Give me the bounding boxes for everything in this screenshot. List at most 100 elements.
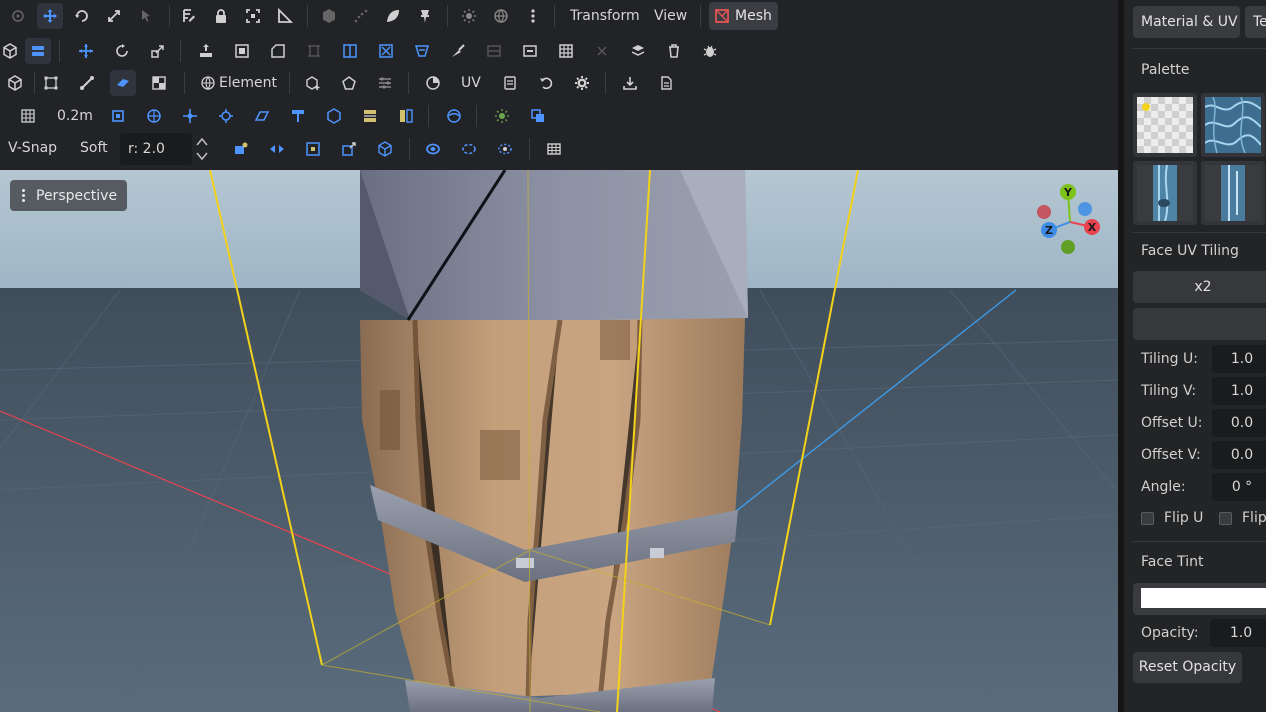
bridge-icon[interactable] [409,38,435,64]
snap-hammer-icon[interactable] [285,103,311,129]
merge-icon[interactable] [373,38,399,64]
symmetry-icon[interactable] [264,136,290,162]
grid-icon[interactable] [15,103,41,129]
object-mode-icon[interactable] [2,70,28,96]
uv-menu[interactable]: UV [461,70,481,96]
snap-mirror-icon[interactable] [393,103,419,129]
rotate-tool-icon[interactable] [69,3,95,29]
document-list-icon[interactable] [497,70,523,96]
palette-tile-crystal[interactable] [1133,161,1197,225]
angle-input[interactable]: 0 ° [1212,473,1266,501]
soft-select-icon[interactable] [228,136,254,162]
face-mode-icon[interactable] [110,70,136,96]
snap-cube-icon[interactable] [321,103,347,129]
element-dropdown[interactable]: Element [219,70,277,96]
ruler-icon[interactable] [272,3,298,29]
soft-toggle[interactable]: Soft [80,135,108,161]
trash-icon[interactable] [661,38,687,64]
snap-move-icon[interactable] [177,103,203,129]
select-linked-icon[interactable] [492,136,518,162]
edit-list-icon[interactable] [176,3,202,29]
fill-face-icon[interactable] [517,38,543,64]
rotate-icon[interactable] [109,38,135,64]
file-icon[interactable] [653,70,679,96]
inset-icon[interactable] [229,38,255,64]
palette-tile-crystal-2[interactable] [1201,161,1265,225]
spin-up-icon[interactable] [195,135,209,149]
select-loop-icon[interactable] [420,136,446,162]
grid-subdivide-icon[interactable] [553,38,579,64]
face-tint-color-picker[interactable] [1133,583,1266,615]
gizmo-neg-x[interactable] [1037,205,1051,219]
slice-icon[interactable] [481,38,507,64]
undo-icon[interactable] [533,70,559,96]
menu-transform[interactable]: Transform [570,3,640,29]
menu-view[interactable]: View [654,3,687,29]
offset-v-input[interactable]: 0.0 [1212,441,1266,469]
expand-icon[interactable] [240,3,266,29]
spin-down-icon[interactable] [195,149,209,163]
soft-radius-input[interactable]: r: 2.0 [120,133,192,165]
knife-icon[interactable] [445,38,471,64]
pie-icon[interactable] [420,70,446,96]
flip-u-checkbox[interactable] [1141,512,1154,525]
sun-light-icon[interactable] [456,3,482,29]
move-tool-icon[interactable] [37,3,63,29]
snap-grid-icon[interactable] [105,103,131,129]
dots-path-icon[interactable] [348,3,374,29]
mesh-mode-button[interactable]: Mesh [709,2,778,30]
pivot-icon[interactable] [300,136,326,162]
3d-viewport[interactable]: Perspective Y X Z [0,170,1118,712]
light-icon[interactable] [489,103,515,129]
pointer-tool-icon[interactable] [133,3,159,29]
tab-material-uv[interactable]: Material & UV [1133,6,1240,38]
texture-mode-icon[interactable] [146,70,172,96]
orientation-gizmo[interactable]: Y X Z [1030,180,1110,260]
tiling-blank-button[interactable] [1133,308,1266,340]
tiling-x2-button[interactable]: x2 [1133,271,1266,303]
cube-icon[interactable] [316,3,342,29]
settings-gear-icon[interactable] [569,70,595,96]
select-ring-icon[interactable] [456,136,482,162]
table-grid-icon[interactable] [541,136,567,162]
loop-cut-icon[interactable] [301,38,327,64]
palette-tile-checker[interactable] [1133,93,1197,157]
move-axis-icon[interactable] [73,38,99,64]
lock-icon[interactable] [208,3,234,29]
snap-plane-icon[interactable] [249,103,275,129]
perspective-menu-button[interactable]: Perspective [10,180,128,211]
palette-tile-water[interactable] [1201,93,1265,157]
view-sphere-icon[interactable] [441,103,467,129]
scale-tool-icon[interactable] [101,3,127,29]
tiling-u-input[interactable]: 1.0 [1212,345,1266,373]
tab-textures[interactable]: Te [1245,6,1266,38]
pin-icon[interactable] [412,3,438,29]
bevel-icon[interactable] [265,38,291,64]
snap-center-icon[interactable] [213,103,239,129]
polygon-icon[interactable] [336,70,362,96]
vsnap-toggle[interactable]: V-Snap [8,135,57,161]
gizmo-neg-y[interactable] [1061,240,1075,254]
download-icon[interactable] [617,70,643,96]
offset-u-input[interactable]: 0.0 [1212,409,1266,437]
opacity-input[interactable]: 1.0 [1210,619,1266,647]
snap-globe-icon[interactable] [141,103,167,129]
snap-layers-icon[interactable] [357,103,383,129]
flatten-icon[interactable] [625,38,651,64]
gizmo-neg-z[interactable] [1078,202,1092,216]
dissolve-icon[interactable] [589,38,615,64]
more-vertical-icon[interactable] [520,3,546,29]
grid-step-value[interactable]: 0.2m [57,103,93,129]
select-mode-icon[interactable] [5,3,31,29]
vertex-mode-icon[interactable] [38,70,64,96]
layers-active-icon[interactable] [25,38,51,64]
sliders-icon[interactable] [372,70,398,96]
local-axis-icon[interactable] [336,136,362,162]
extrude-icon[interactable] [193,38,219,64]
world-cube-icon[interactable] [372,136,398,162]
edge-mode-icon[interactable] [74,70,100,96]
tiling-v-input[interactable]: 1.0 [1212,377,1266,405]
leaf-icon[interactable] [380,3,406,29]
box-icon[interactable] [0,38,23,64]
overlap-icon[interactable] [525,103,551,129]
